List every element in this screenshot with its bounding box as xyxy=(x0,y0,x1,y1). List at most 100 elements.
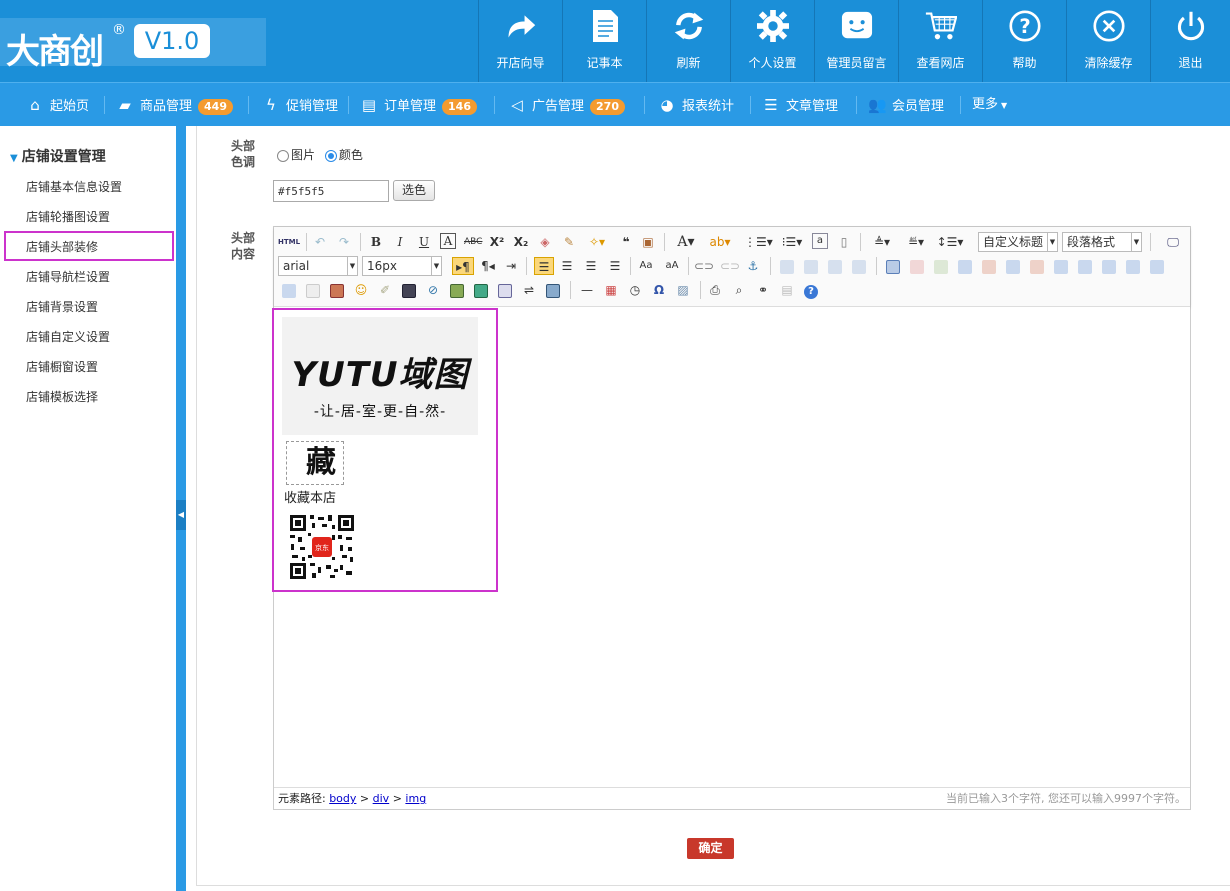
refresh-button[interactable]: 刷新 xyxy=(646,0,730,82)
image-right-icon[interactable] xyxy=(826,257,844,275)
simple-upload-icon[interactable] xyxy=(304,281,322,299)
radio-color[interactable]: 颜色 xyxy=(324,148,363,162)
open-store-wizard-button[interactable]: 开店向导 xyxy=(478,0,562,82)
align-left-icon[interactable]: ☰ xyxy=(534,257,554,275)
nav-home[interactable]: ⌂ 起始页 xyxy=(26,83,89,127)
admin-messages-button[interactable]: 管理员留言 xyxy=(814,0,898,82)
italic-icon[interactable]: I xyxy=(392,233,408,251)
line-height-icon[interactable]: ↕☰▾ xyxy=(936,233,964,251)
drafts-icon[interactable]: ▤ xyxy=(778,281,796,299)
select-all-icon[interactable]: a xyxy=(812,233,828,249)
personal-settings-button[interactable]: 个人设置 xyxy=(730,0,814,82)
search-replace-icon[interactable]: ⚭ xyxy=(754,281,772,299)
insert-frame-icon[interactable] xyxy=(496,281,514,299)
bold-icon[interactable]: B xyxy=(368,233,384,251)
help-button[interactable]: ? 帮助 xyxy=(982,0,1066,82)
date-icon[interactable]: ▦ xyxy=(602,281,620,299)
unlink-icon[interactable]: ⊂⊃ xyxy=(720,257,740,275)
nav-reports[interactable]: ◕ 报表统计 xyxy=(658,83,734,127)
yutu-logo-image[interactable]: YUTU域图 -让-居-室-更-自-然- xyxy=(282,317,478,435)
delete-col-icon[interactable] xyxy=(1028,257,1046,275)
clear-cache-button[interactable]: 清除缓存 xyxy=(1066,0,1150,82)
insert-video-icon[interactable] xyxy=(400,281,418,299)
radio-image[interactable]: 图片 xyxy=(277,148,315,162)
nav-promotions[interactable]: ϟ 促销管理 xyxy=(262,83,338,127)
ltr-direction-icon[interactable]: ▸¶ xyxy=(452,257,474,275)
nav-ads[interactable]: ◁ 广告管理 270 xyxy=(508,83,625,127)
sidebar-item-background[interactable]: 店铺背景设置 xyxy=(26,298,98,315)
font-color-icon[interactable]: A▾ xyxy=(672,233,700,251)
heading-select[interactable]: 自定义标题 ▼ xyxy=(978,232,1058,252)
insert-image-icon[interactable] xyxy=(328,281,346,299)
paste-plain-icon[interactable]: ▣ xyxy=(640,233,656,251)
scrawl-icon[interactable]: ✐ xyxy=(376,281,394,299)
logout-button[interactable]: 退出 xyxy=(1150,0,1230,82)
nav-goods[interactable]: ▰ 商品管理 449 xyxy=(116,83,233,127)
undo-icon[interactable]: ↶ xyxy=(312,233,328,251)
image-left-icon[interactable] xyxy=(802,257,820,275)
superscript-icon[interactable]: X² xyxy=(488,233,506,251)
editor-help-icon[interactable]: ? xyxy=(802,281,820,299)
font-family-select[interactable]: arial ▼ xyxy=(278,256,358,276)
sidebar-item-showcase[interactable]: 店铺橱窗设置 xyxy=(26,358,98,375)
format-brush-icon[interactable]: ✎ xyxy=(560,233,578,251)
link-icon[interactable]: ⊂⊃ xyxy=(694,257,714,275)
anchor-icon[interactable]: ⚓ xyxy=(744,257,762,275)
path-body-link[interactable]: body xyxy=(329,792,356,805)
collapse-sidebar-button[interactable]: ◀ xyxy=(176,500,186,530)
color-value-input[interactable] xyxy=(273,180,389,202)
subscript-icon[interactable]: X₂ xyxy=(512,233,530,251)
sidebar-title[interactable]: ▼ 店铺设置管理 xyxy=(10,146,106,166)
eraser-icon[interactable]: ◈ xyxy=(536,233,554,251)
radio-color-circle[interactable] xyxy=(324,149,337,162)
view-store-button[interactable]: 查看网店 xyxy=(898,0,982,82)
template-icon[interactable] xyxy=(544,281,562,299)
split-rows-icon[interactable] xyxy=(1148,257,1166,275)
emoticon-icon[interactable]: ☺ xyxy=(352,281,370,299)
delete-row-icon[interactable] xyxy=(980,257,998,275)
editor-content-area[interactable]: YUTU域图 -让-居-室-更-自-然- 藏 收藏本店 京东 xyxy=(272,307,1190,787)
nav-more[interactable]: 更多 ▼ xyxy=(972,83,1007,127)
image-center-icon[interactable] xyxy=(850,257,868,275)
sidebar-item-carousel[interactable]: 店铺轮播图设置 xyxy=(26,208,110,225)
image-none-icon[interactable] xyxy=(778,257,796,275)
nav-articles[interactable]: ☰ 文章管理 xyxy=(762,83,838,127)
rtl-direction-icon[interactable]: ¶◂ xyxy=(478,257,498,275)
html-source-button[interactable]: HTML xyxy=(278,233,300,251)
insert-row-icon[interactable] xyxy=(956,257,974,275)
nav-members[interactable]: 👥 会员管理 xyxy=(868,83,944,127)
nav-orders[interactable]: ▤ 订单管理 146 xyxy=(360,83,477,127)
split-cells-icon[interactable] xyxy=(1124,257,1142,275)
lowercase-icon[interactable]: aA xyxy=(662,257,682,275)
sidebar-item-header-decoration[interactable]: 店铺头部装修 xyxy=(26,238,98,255)
notepad-button[interactable]: 记事本 xyxy=(562,0,646,82)
blockquote-icon[interactable]: ❝ xyxy=(618,233,634,251)
special-chars-icon[interactable]: Ω xyxy=(650,281,668,299)
align-right-icon[interactable]: ☰ xyxy=(582,257,600,275)
row-spacing-bottom-icon[interactable]: ≝▾ xyxy=(902,233,930,251)
fullscreen-icon[interactable]: 🖵 xyxy=(1164,233,1182,251)
sidebar-item-template[interactable]: 店铺模板选择 xyxy=(26,388,98,405)
align-center-icon[interactable]: ☰ xyxy=(558,257,576,275)
time-icon[interactable]: ◷ xyxy=(626,281,644,299)
sidebar-item-navbar[interactable]: 店铺导航栏设置 xyxy=(26,268,110,285)
merge-cells-icon[interactable] xyxy=(1052,257,1070,275)
path-img-link[interactable]: img xyxy=(405,792,426,805)
auto-format-icon[interactable]: ✧▾ xyxy=(584,233,610,251)
unordered-list-icon[interactable]: ⁝☰▾ xyxy=(778,233,806,251)
qr-code-image[interactable]: 京东 xyxy=(288,513,356,581)
paragraph-select[interactable]: 段落格式 ▼ xyxy=(1062,232,1142,252)
map-icon[interactable] xyxy=(448,281,466,299)
merge-down-icon[interactable] xyxy=(1100,257,1118,275)
merge-right-icon[interactable] xyxy=(1076,257,1094,275)
font-border-icon[interactable]: A xyxy=(440,233,456,249)
split-cols-icon[interactable] xyxy=(280,281,298,299)
table-caption-icon[interactable] xyxy=(932,257,950,275)
horizontal-rule-icon[interactable]: — xyxy=(578,281,596,299)
redo-icon[interactable]: ↷ xyxy=(336,233,352,251)
font-size-select[interactable]: 16px ▼ xyxy=(362,256,442,276)
align-justify-icon[interactable]: ☰ xyxy=(606,257,624,275)
radio-image-circle[interactable] xyxy=(277,149,289,162)
row-spacing-top-icon[interactable]: ≜▾ xyxy=(868,233,896,251)
indent-icon[interactable]: ⇥ xyxy=(502,257,520,275)
